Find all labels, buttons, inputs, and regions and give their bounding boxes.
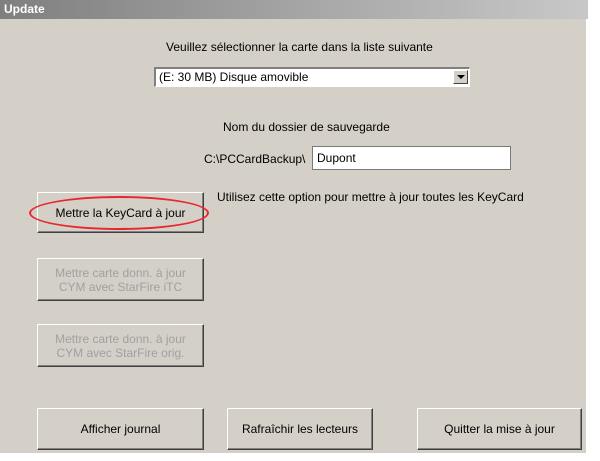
backup-path-prefix: C:\PCCardBackup\ [204,152,306,166]
chevron-down-icon[interactable] [453,70,468,84]
update-keycard-hint: Utilisez cette option pour mettre à jour… [217,190,524,204]
quit-update-label: Quitter la mise à jour [444,422,555,436]
refresh-drives-button[interactable]: Rafraîchir les lecteurs [227,408,373,450]
update-cym-orig-label: Mettre carte donn. à jour CYM avec StarF… [55,331,186,360]
show-log-label: Afficher journal [80,422,161,436]
card-select-label: Veuillez sélectionner la carte dans la l… [166,40,433,54]
update-keycard-label: Mettre la KeyCard à jour [55,205,186,220]
update-cym-itc-label: Mettre carte donn. à jour CYM avec StarF… [55,265,186,294]
update-cym-itc-button[interactable]: Mettre carte donn. à jour CYM avec StarF… [37,258,204,301]
window-title: Update [0,0,588,19]
show-log-button[interactable]: Afficher journal [37,408,204,450]
refresh-drives-label: Rafraîchir les lecteurs [241,422,359,436]
card-select-value: (E: 30 MB) Disque amovible [159,70,309,84]
update-keycard-button[interactable]: Mettre la KeyCard à jour [37,192,204,233]
backup-folder-label: Nom du dossier de sauvegarde [223,120,390,134]
backup-folder-input[interactable]: Dupont [312,146,511,170]
quit-update-button[interactable]: Quitter la mise à jour [417,408,582,450]
update-window: Update Veuillez sélectionner la carte da… [0,0,588,455]
update-cym-orig-button[interactable]: Mettre carte donn. à jour CYM avec StarF… [37,324,204,367]
card-select-dropdown[interactable]: (E: 30 MB) Disque amovible [154,67,470,87]
